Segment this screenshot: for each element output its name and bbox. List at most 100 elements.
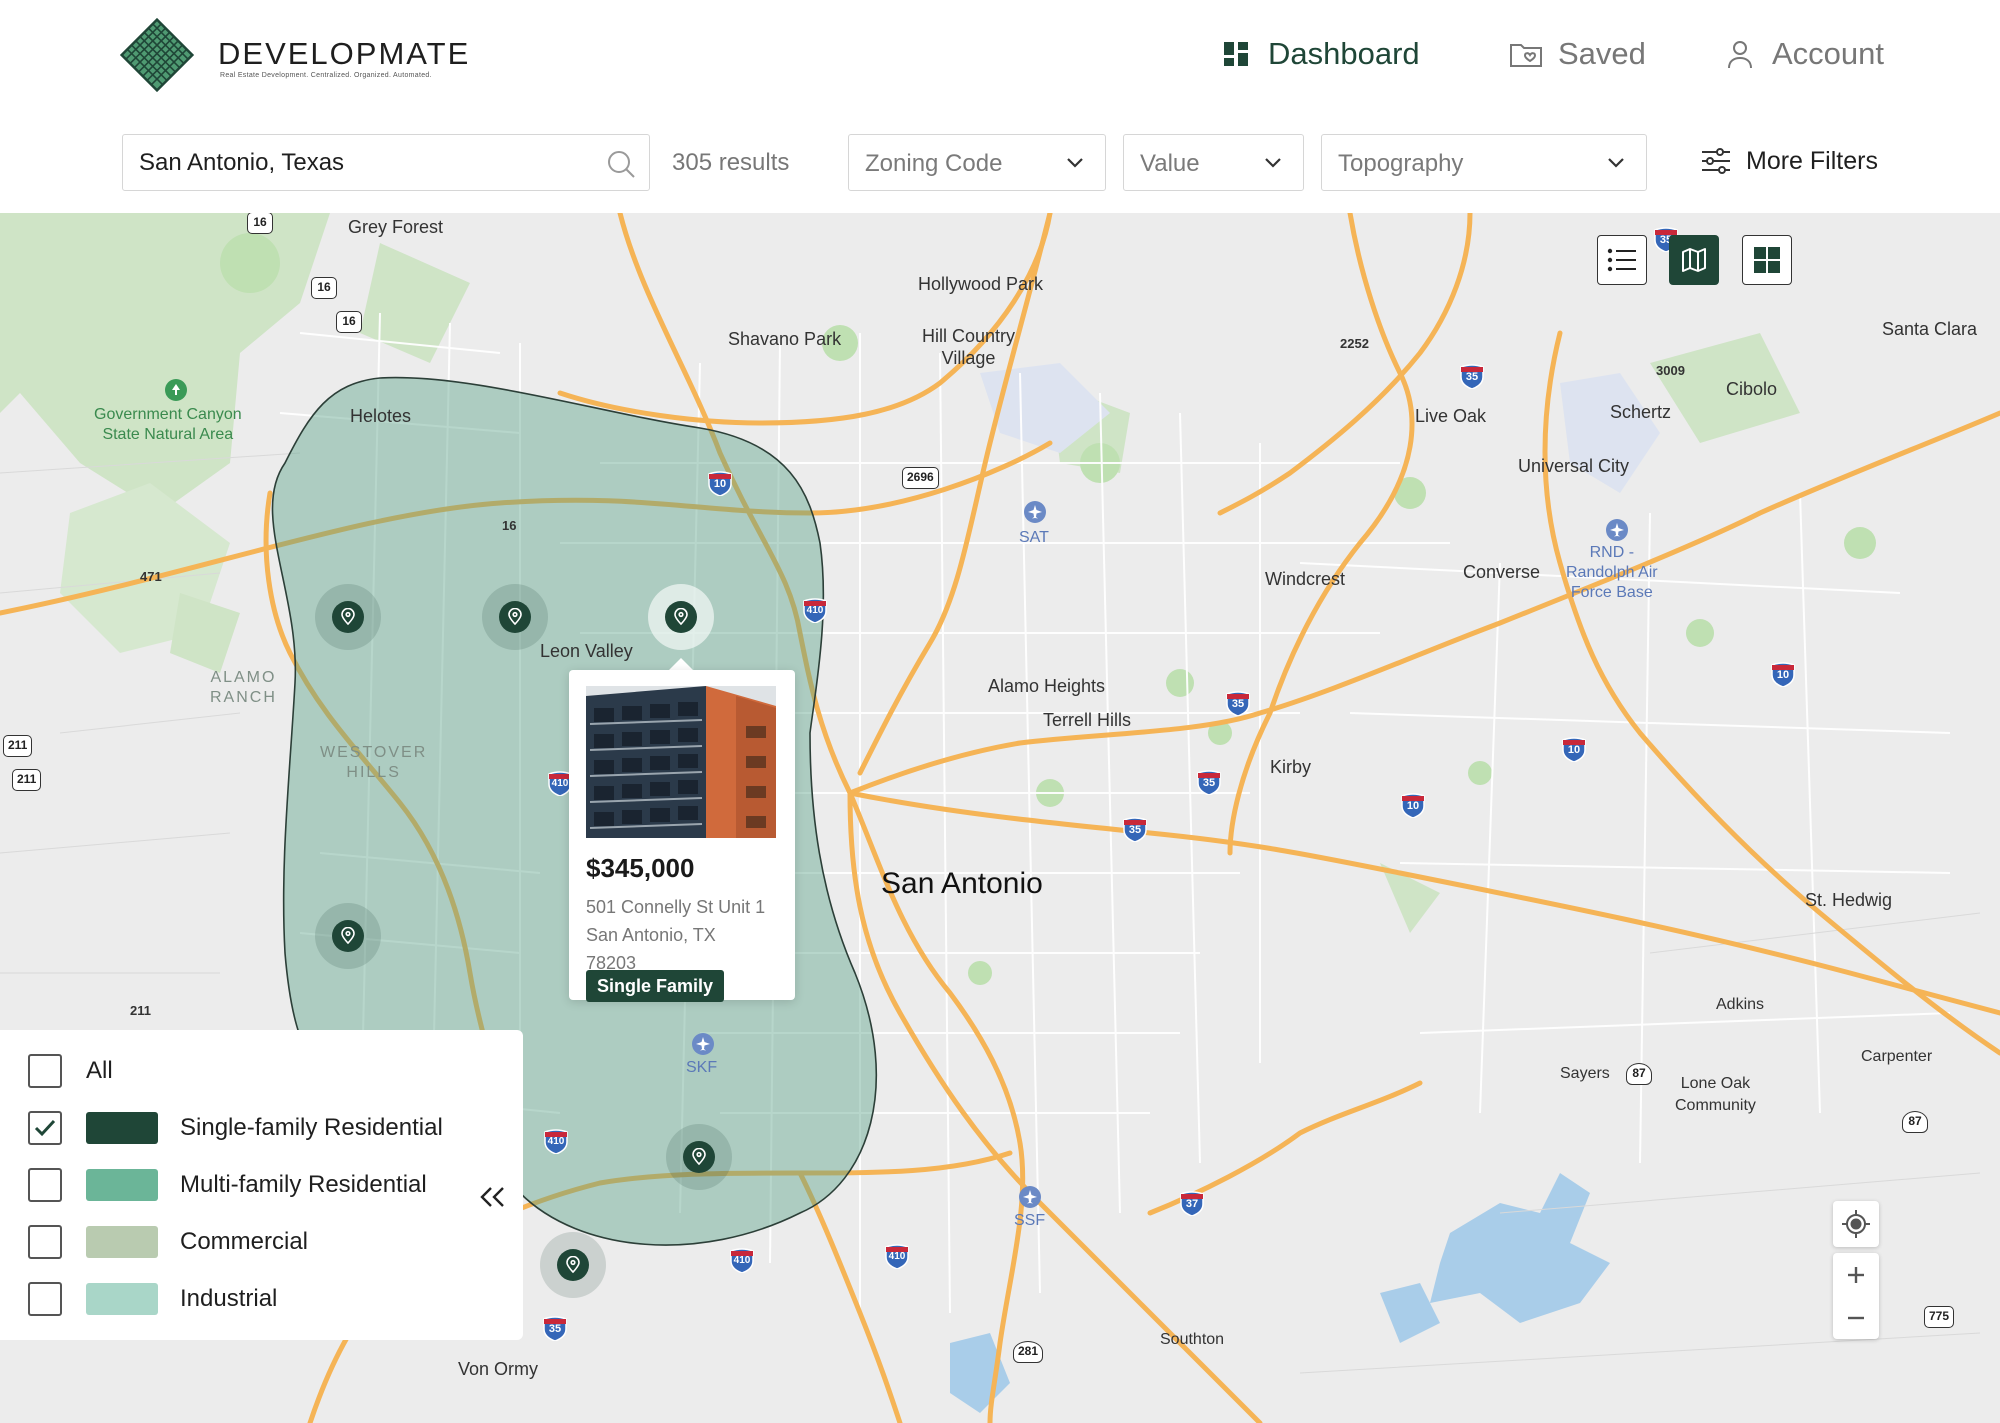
legend-checkbox[interactable] [28,1168,62,1202]
interstate-shield: 37 [1179,1190,1205,1221]
label-von-ormy: Von Ormy [458,1359,539,1379]
property-photo[interactable] [586,686,776,838]
chevron-down-icon [1265,158,1281,168]
more-filters-button[interactable]: More Filters [1700,146,1878,176]
zoning-code-dropdown[interactable]: Zoning Code [848,134,1106,191]
zoom-out-button[interactable] [1833,1296,1879,1339]
interstate-shield: 35 [1122,816,1148,847]
interstate-shield: 10 [707,470,733,501]
road-shield: 775 [1924,1306,1955,1328]
legend-swatch [86,1169,158,1201]
legend-checkbox[interactable] [28,1054,62,1088]
search-input[interactable] [139,145,589,181]
search-box[interactable] [122,134,650,191]
list-view-button[interactable] [1597,235,1647,285]
check-icon [34,1119,56,1137]
chevron-down-icon [1608,158,1624,168]
zoom-in-button[interactable] [1833,1253,1879,1296]
location-pin-icon [683,1141,715,1173]
label-carpenter: Carpenter [1861,1048,1933,1065]
property-pin[interactable] [315,584,381,650]
airport-icon [692,1033,714,1055]
list-icon [1607,248,1636,272]
legend-swatch [86,1112,158,1144]
legend-item-industrial[interactable]: Industrial [28,1282,277,1316]
legend-label: Multi-family Residential [180,1171,427,1198]
property-pin[interactable] [540,1232,606,1298]
chevron-down-icon [1067,158,1083,168]
label-shavano-park: Shavano Park [728,329,842,349]
locate-me-button[interactable] [1833,1201,1879,1247]
location-pin-icon [557,1249,589,1281]
label-ssf-airport: SSF [1014,1212,1046,1229]
legend-item-single-family[interactable]: Single-family Residential [28,1111,443,1145]
label-westover-hills: WESTOVER HILLS [320,744,428,781]
label-sat-airport: SAT [1019,529,1049,546]
label-universal-city: Universal City [1518,456,1630,476]
property-pin-selected[interactable] [648,584,714,650]
legend-label: Commercial [180,1228,309,1255]
map-view[interactable]: Grey Forest Hollywood Park Shavano Park … [0,213,2000,1423]
label-santa-clara: Santa Clara [1882,319,1978,339]
zoning-legend: All Single-family Residential Multi-fami… [0,1030,523,1340]
park-icon [165,379,187,401]
nav-account-label: Account [1772,36,1885,71]
legend-checkbox[interactable] [28,1225,62,1259]
top-header: DEVELOPMATE Real Estate Development. Cen… [0,0,2000,110]
legend-label: Single-family Residential [180,1114,443,1141]
interstate-shield: 410 [541,1128,571,1159]
property-pin[interactable] [315,903,381,969]
label-cibolo: Cibolo [1726,379,1778,399]
interstate-shield: 10 [1400,792,1426,823]
property-pin[interactable] [666,1124,732,1190]
legend-item-commercial[interactable]: Commercial [28,1225,308,1259]
label-alamo-ranch: ALAMO RANCH [210,669,277,706]
legend-checkbox[interactable] [28,1111,62,1145]
label-kirby: Kirby [1270,757,1312,777]
interstate-shield: 35 [542,1315,568,1346]
saved-folder-icon [1510,44,1542,67]
developmate-logo[interactable] [120,18,194,92]
nav-saved[interactable]: Saved [1508,34,1646,74]
location-pin-icon [332,920,364,952]
label-hill-country-village: Hill Country Village [922,326,1016,368]
collapse-legend-icon[interactable] [476,1180,510,1214]
legend-swatch [86,1283,158,1315]
nav-account[interactable]: Account [1722,34,1884,74]
brand-tagline: Real Estate Development. Centralized. Or… [220,72,432,79]
interstate-shield: 10 [1770,661,1796,692]
label-windcrest: Windcrest [1265,569,1346,589]
label-leon-valley: Leon Valley [540,641,633,661]
label-government-canyon: Government Canyon State Natural Area [94,406,242,443]
label-terrell-hills: Terrell Hills [1043,710,1132,730]
road-number: 471 [140,569,162,584]
label-grey-forest: Grey Forest [348,217,444,237]
search-icon[interactable] [605,148,637,180]
value-dropdown[interactable]: Value [1123,134,1304,191]
property-pin[interactable] [482,584,548,650]
map-view-button[interactable] [1669,235,1719,285]
grid-view-button[interactable] [1742,235,1792,285]
label-schertz: Schertz [1610,402,1672,422]
label-alamo-heights: Alamo Heights [988,676,1106,696]
label-lone-oak: Lone Oak Community [1675,1075,1756,1114]
label-converse: Converse [1463,562,1541,582]
property-price: $345,000 [586,853,695,883]
legend-item-multi-family[interactable]: Multi-family Residential [28,1168,427,1202]
airport-icon [1019,1186,1041,1208]
property-card[interactable]: $345,000 501 Connelly St Unit 1 San Anto… [569,670,795,1002]
legend-item-all[interactable]: All [28,1054,113,1088]
location-pin-icon [332,601,364,633]
nav-dashboard[interactable]: Dashboard [1218,34,1420,74]
label-skf-airport: SKF [686,1059,718,1076]
value-label: Value [1140,150,1200,177]
label-randolph-afb: RND - Randolph Air Force Base [1566,544,1658,601]
interstate-shield: 35 [1459,363,1485,394]
label-hollywood-park: Hollywood Park [918,274,1044,294]
topography-dropdown[interactable]: Topography [1321,134,1647,191]
road-shield: 211 [3,735,33,757]
zoom-control [1833,1253,1879,1339]
legend-checkbox[interactable] [28,1282,62,1316]
interstate-shield: 410 [800,597,830,628]
road-shield: 281 [1013,1341,1044,1363]
